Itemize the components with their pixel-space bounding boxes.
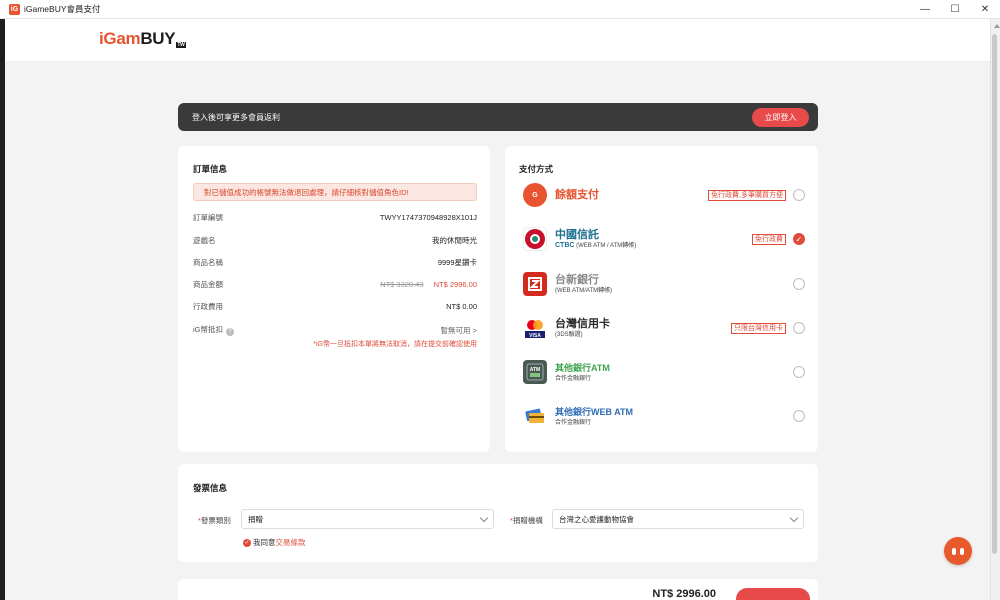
payment-option-web-atm[interactable]: 其他銀行WEB ATM 合作金融銀行 (523, 401, 805, 431)
invoice-type-value: 捐贈 (248, 514, 263, 524)
payment-name: 台新銀行 (555, 273, 599, 286)
product-amount-label: 商品金額 (193, 280, 223, 289)
order-row-fee: 行政費用 NT$ 0.00 (193, 301, 477, 312)
scrollbar-thumb[interactable] (992, 34, 997, 554)
order-number-label: 訂單編號 (193, 213, 223, 222)
payment-radio[interactable] (793, 189, 805, 201)
check-icon[interactable]: ✓ (243, 538, 251, 547)
payment-tag: 只限台灣信用卡 (731, 322, 786, 334)
order-warning: 對已儲值成功的帳號無法做退回處理，請仔細核對儲值角色ID! (193, 183, 477, 201)
donation-org-label: *捐贈機構 (510, 516, 543, 525)
login-promo-bar: 登入後可享更多會員返利 立即登入 (178, 103, 818, 131)
payment-name: 中國信託 (555, 228, 599, 241)
payment-option-taishin[interactable]: 台新銀行 (WEB ATM/ATM轉帳) (523, 269, 805, 299)
payment-radio[interactable] (793, 366, 805, 378)
payment-radio[interactable] (793, 278, 805, 290)
svg-text:ATM: ATM (530, 367, 540, 373)
chevron-down-icon (479, 513, 489, 522)
svg-text:VISA: VISA (529, 333, 541, 339)
product-name-value: 9999星鑽卡 (437, 258, 477, 267)
igamebuy-logo[interactable]: iGamBUY TW (99, 29, 186, 49)
page-content: 登入後可享更多會員返利 立即登入 訂單信息 對已儲值成功的帳號無法做退回處理，請… (5, 62, 990, 600)
ig-coin-note: *iG幣一旦抵扣本單將無法取消，請在提交前確認使用 (313, 341, 477, 348)
help-icon[interactable]: ? (226, 328, 234, 336)
game-name-label: 遊戲名 (193, 236, 216, 245)
original-price: NT$ 3328.43 (380, 280, 424, 289)
discount-price: NT$ 2996.00 (433, 280, 477, 289)
terms-link[interactable]: 交易條款 (276, 537, 306, 548)
app-icon: iG (9, 3, 20, 15)
payment-radio[interactable] (793, 322, 805, 334)
payment-sub: (3DS驗證) (555, 331, 583, 338)
wallet-icon: G (523, 183, 547, 207)
payment-option-balance[interactable]: G 餘額支付 免行政費,多筆購買方便 (523, 180, 805, 210)
payment-sub: 合作金融銀行 (555, 375, 592, 382)
scroll-up-arrow-icon[interactable] (994, 24, 1000, 28)
terms-agreement[interactable]: ✓ 我同意 交易條款 (243, 537, 306, 548)
payment-option-atm[interactable]: ATM 其他銀行ATM 合作金融銀行 (523, 357, 805, 387)
invoice-info-card: 發票信息 *發票類別 捐贈 *捐贈機構 台灣之心愛護動物協會 ✓ 我同意 交易條款 (178, 464, 818, 562)
payment-method-title: 支付方式 (519, 164, 554, 174)
checkout-bar: NT$ 2996.00 (178, 579, 818, 600)
agree-text: 我同意 (253, 538, 276, 547)
invoice-type-label: *發票類別 (198, 516, 231, 525)
payment-name: 台灣信用卡 (555, 317, 610, 330)
atm-icon: ATM (523, 360, 547, 384)
window-titlebar: iG iGameBUY會員支付 — ☐ ✕ (0, 0, 1000, 19)
payment-tag: 免行政費,多筆購買方便 (708, 189, 786, 201)
invoice-type-select[interactable]: 捐贈 (241, 509, 494, 529)
order-row-game: 遊戲名 我的休閒時光 (193, 235, 477, 246)
maximize-button[interactable]: ☐ (940, 0, 970, 19)
customer-service-mascot-icon[interactable] (944, 537, 972, 565)
payment-sub: 合作金融銀行 (555, 419, 592, 426)
admin-fee-label: 行政費用 (193, 302, 223, 311)
order-row-product: 商品名稱 9999星鑽卡 (193, 257, 477, 268)
total-amount: NT$ 2996.00 (652, 588, 716, 600)
minimize-button[interactable]: — (910, 0, 940, 19)
credit-card-icon: VISA (523, 316, 547, 340)
site-header: iGamBUY TW (5, 19, 990, 62)
donation-org-select[interactable]: 台灣之心愛護動物協會 (552, 509, 804, 529)
payment-tag: 免行政費 (752, 233, 786, 245)
product-name-label: 商品名稱 (193, 258, 223, 267)
admin-fee-value: NT$ 0.00 (446, 302, 477, 311)
payment-option-ctbc[interactable]: 中國信託 CTBC (WEB ATM / ATM轉帳) 免行政費 ✓ (523, 224, 805, 254)
order-row-number: 訂單編號 TWYY1747370948928X101J (193, 212, 477, 223)
invoice-info-title: 發票信息 (193, 483, 228, 493)
taishin-logo-icon (523, 272, 547, 296)
order-info-card: 訂單信息 對已儲值成功的帳號無法做退回處理，請仔細核對儲值角色ID! 訂單編號 … (178, 146, 490, 452)
donation-org-value: 台灣之心愛護動物協會 (559, 514, 634, 524)
game-name-value: 我的休閒時光 (432, 236, 477, 245)
payment-sub: (WEB ATM/ATM轉帳) (555, 287, 613, 294)
web-atm-icon (523, 404, 547, 428)
payment-option-credit-card[interactable]: VISA 台灣信用卡 (3DS驗證) 只限台灣信用卡 (523, 313, 805, 343)
order-info-title: 訂單信息 (193, 164, 228, 174)
payment-method-card: 支付方式 G 餘額支付 免行政費,多筆購買方便 中國信託 CTBC (WEB A… (505, 146, 818, 452)
chevron-down-icon (789, 513, 799, 522)
payment-radio-selected[interactable]: ✓ (793, 233, 805, 245)
ig-coin-select[interactable]: 暫無可用 > (441, 325, 477, 336)
ig-coin-label: iG幣抵扣 (193, 325, 223, 334)
payment-name: 其他銀行WEB ATM (555, 406, 633, 417)
pay-button[interactable] (736, 588, 810, 600)
payment-name: 餘額支付 (555, 188, 599, 201)
close-button[interactable]: ✕ (970, 0, 1000, 19)
window-title: iGameBUY會員支付 (24, 4, 101, 14)
payment-name: 其他銀行ATM (555, 362, 610, 373)
order-number-value: TWYY1747370948928X101J (379, 213, 477, 222)
payment-radio[interactable] (793, 410, 805, 422)
ctbc-logo-icon (523, 227, 547, 251)
login-promo-text: 登入後可享更多會員返利 (192, 112, 280, 122)
order-row-ig-coin: iG幣抵扣? 暫無可用 > (193, 324, 477, 336)
login-button[interactable]: 立即登入 (752, 107, 809, 127)
order-row-amount: 商品金額 NT$ 3328.43 NT$ 2996.00 (193, 279, 477, 290)
